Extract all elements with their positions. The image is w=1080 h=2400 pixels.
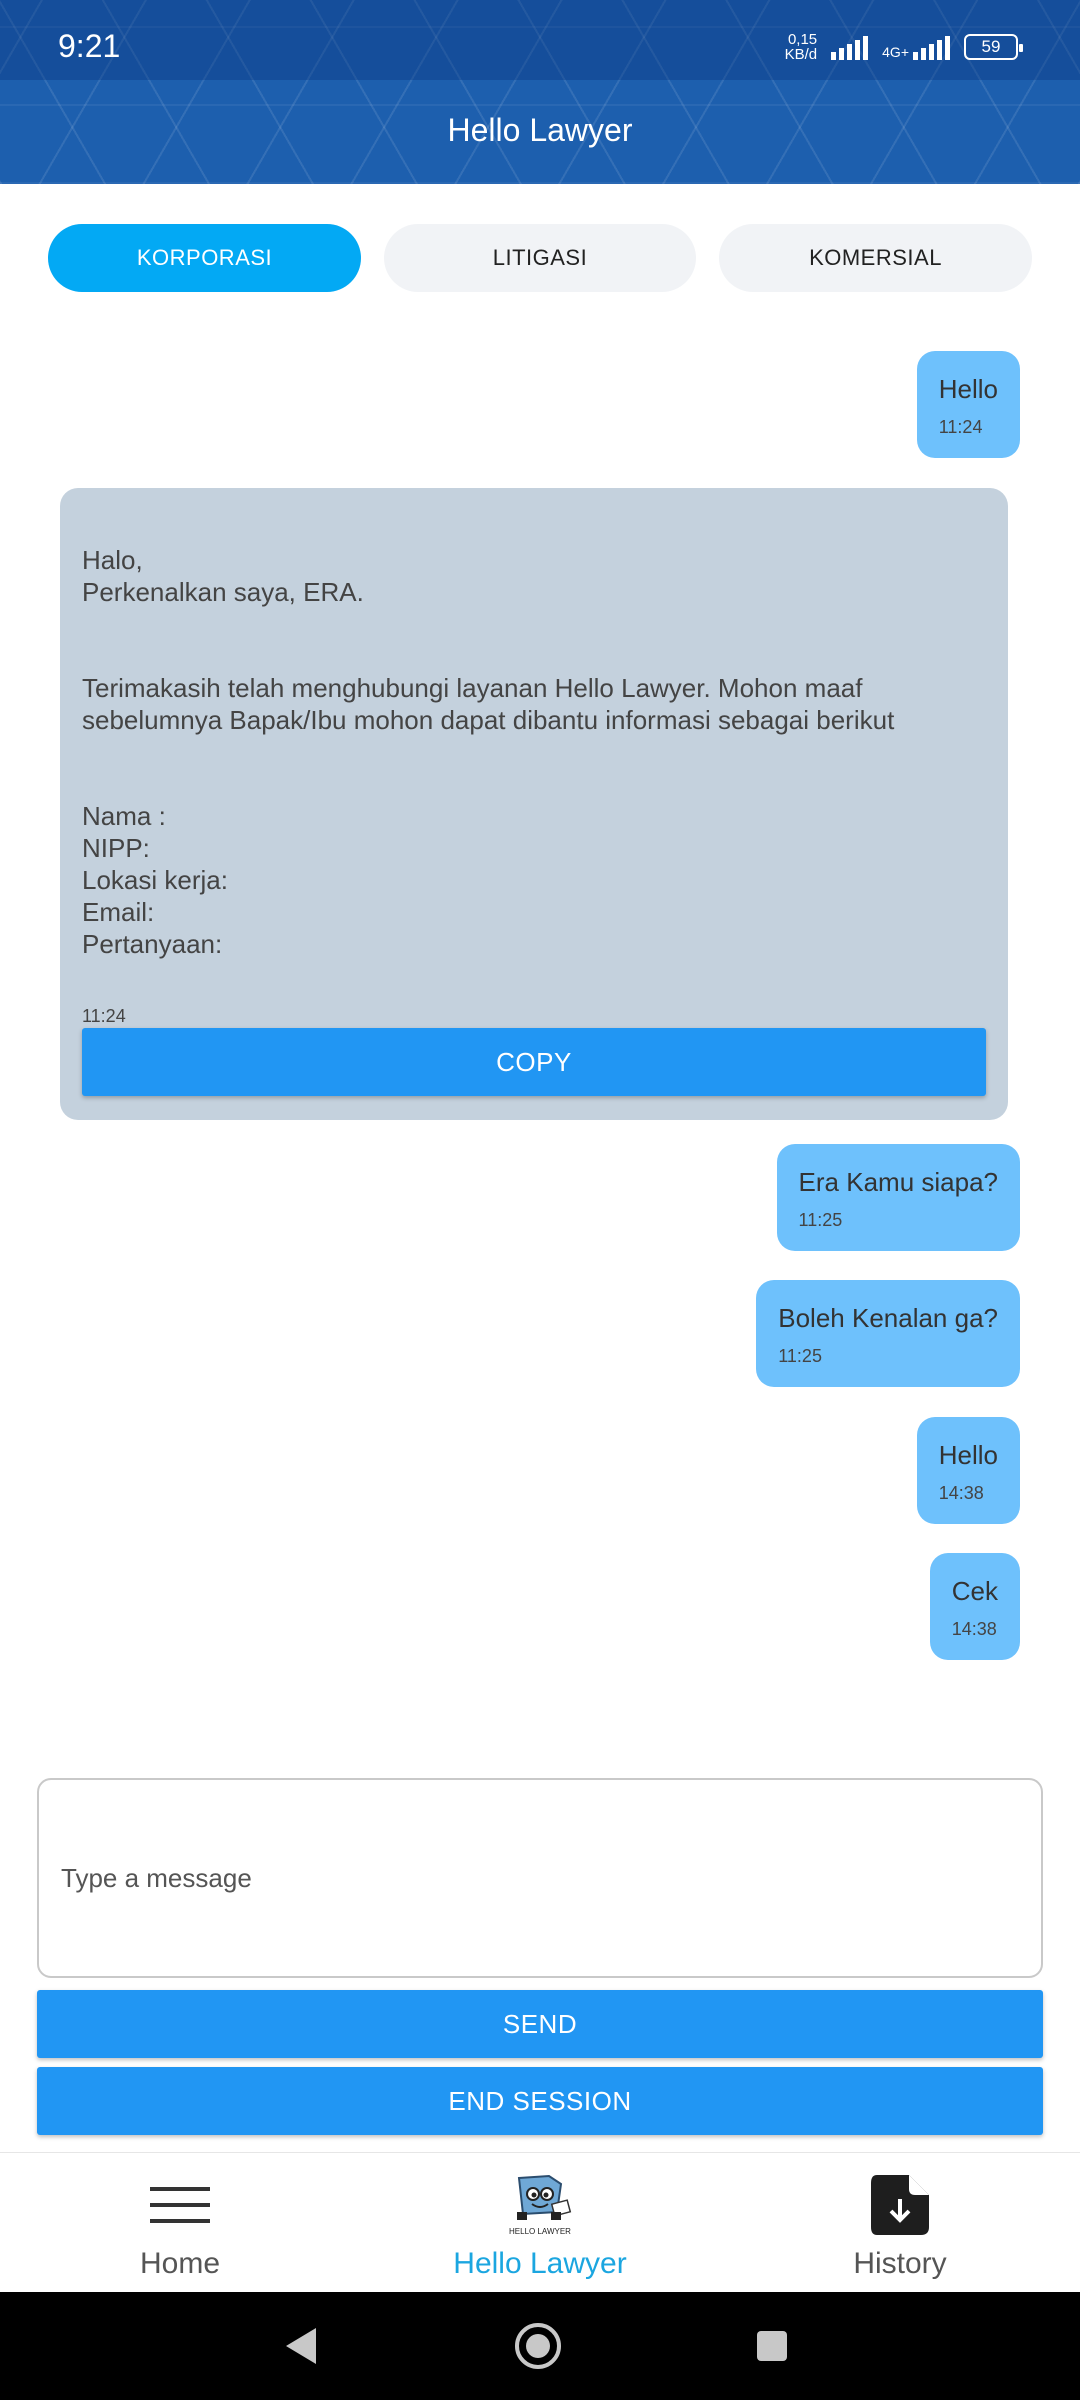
message-time: 11:24	[938, 417, 983, 437]
chat-bubble-sent: Era Kamu siapa? 11:25	[776, 1144, 1020, 1251]
chat-bubble-sent: Cek 14:38	[929, 1553, 1020, 1660]
app-header: 9:21 0,15 KB/d 4G+ 59 Hello Lawyer	[0, 0, 1080, 184]
nav-home[interactable]: Home	[30, 2153, 330, 2293]
message-text: Hello	[938, 374, 998, 404]
page-title: Hello Lawyer	[447, 112, 633, 148]
message-time: 11:24	[82, 1006, 126, 1026]
message-input[interactable]	[37, 1778, 1043, 1978]
message-time: 14:38	[951, 1619, 997, 1639]
battery-icon: 59	[964, 34, 1023, 60]
message-text: Era Kamu siapa?	[798, 1167, 998, 1197]
tab-korporasi[interactable]: KORPORASI	[48, 224, 361, 292]
menu-icon	[148, 2173, 212, 2237]
tab-label: KORPORASI	[136, 245, 273, 270]
message-time: 14:38	[938, 1483, 984, 1503]
tab-litigasi[interactable]: LITIGASI	[384, 224, 696, 292]
chat-bubble-sent: Hello 11:24	[916, 351, 1020, 458]
nav-label: Home	[139, 2247, 221, 2280]
bottom-nav: Home HELLO LAWYER Hello Lawyer History	[0, 2152, 1080, 2292]
status-icons: 0,15 KB/d 4G+ 59	[784, 30, 1023, 64]
tab-label: KOMERSIAL	[809, 245, 942, 270]
status-bar: 9:21 0,15 KB/d 4G+ 59	[0, 0, 1080, 80]
tab-komersial[interactable]: KOMERSIAL	[719, 224, 1032, 292]
logo-text: HELLO LAWYER	[509, 2227, 571, 2236]
recents-icon[interactable]	[712, 2292, 832, 2400]
message-text: Cek	[951, 1576, 998, 1606]
chat-bubble-received: Halo, Perkenalkan saya, ERA. Terimakasih…	[60, 488, 1008, 1120]
nav-history[interactable]: History	[750, 2153, 1050, 2293]
battery-level: 59	[981, 37, 1001, 56]
chat-bubble-sent: Boleh Kenalan ga? 11:25	[756, 1280, 1020, 1387]
signal-icon	[831, 34, 869, 60]
signal-4g-icon: 4G+	[882, 34, 950, 60]
nav-label: History	[853, 2247, 947, 2280]
hello-lawyer-logo: HELLO LAWYER	[505, 2173, 575, 2237]
message-text: Halo, Perkenalkan saya, ERA. Terimakasih…	[82, 545, 895, 959]
message-time: 11:25	[798, 1210, 843, 1230]
network-speed: 0,15 KB/d	[784, 31, 818, 63]
send-button[interactable]: SEND	[37, 1990, 1043, 2058]
message-text: Boleh Kenalan ga?	[778, 1303, 998, 1333]
chat-bubble-sent: Hello 14:38	[916, 1417, 1020, 1524]
message-text: Hello	[938, 1440, 998, 1470]
copy-button[interactable]: COPY	[82, 1028, 986, 1096]
back-icon[interactable]	[240, 2292, 360, 2400]
end-session-button[interactable]: END SESSION	[37, 2067, 1043, 2135]
status-time: 9:21	[58, 28, 121, 64]
system-nav-bar	[0, 2292, 1080, 2400]
download-file-icon	[869, 2173, 931, 2237]
nav-label: Hello Lawyer	[453, 2247, 627, 2280]
home-circle-icon[interactable]	[478, 2292, 598, 2400]
tab-label: LITIGASI	[492, 245, 588, 270]
nav-hello-lawyer[interactable]: HELLO LAWYER Hello Lawyer	[390, 2153, 690, 2293]
message-time: 11:25	[778, 1346, 822, 1366]
